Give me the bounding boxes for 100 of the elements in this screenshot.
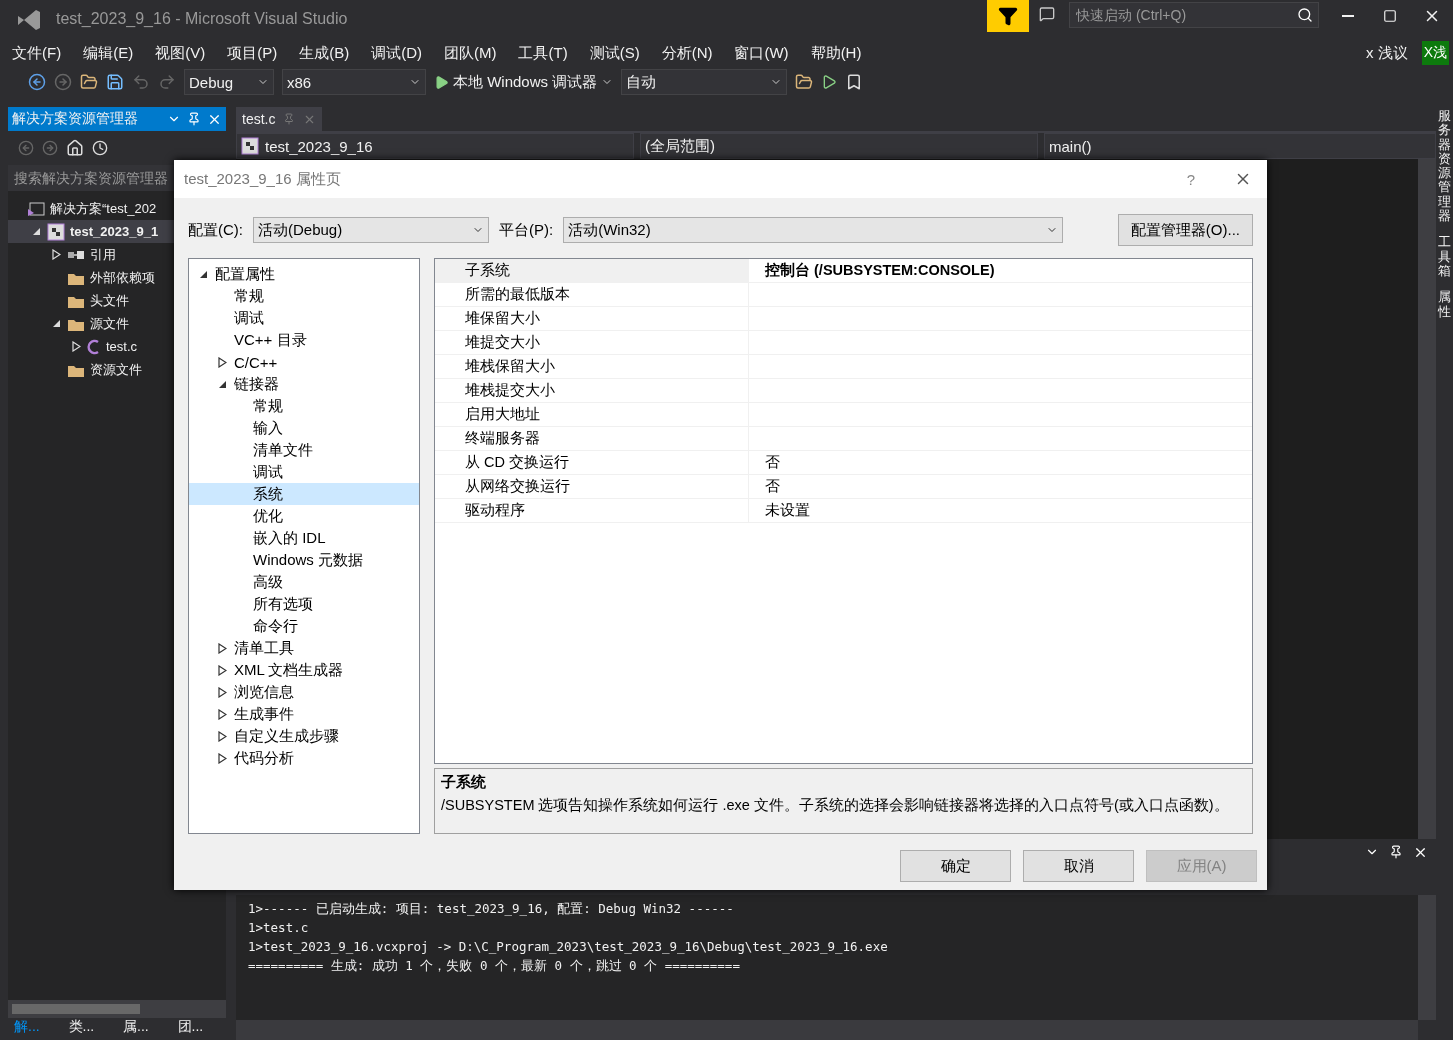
property-value[interactable]: 未设置: [765, 501, 810, 520]
tree-item[interactable]: 命令行: [189, 615, 419, 637]
menu-item[interactable]: 窗口(W): [726, 43, 801, 63]
configuration-dropdown[interactable]: 活动(Debug): [253, 217, 489, 243]
tree-item[interactable]: 代码分析: [189, 747, 419, 769]
feedback-button[interactable]: [987, 0, 1029, 32]
start-debugger-button[interactable]: 本地 Windows 调试器: [434, 72, 614, 92]
tree-item[interactable]: 自定义生成步骤: [189, 725, 419, 747]
forward-icon[interactable]: [42, 140, 58, 156]
home-icon[interactable]: [66, 139, 84, 157]
tree-item[interactable]: 常规: [189, 395, 419, 417]
horizontal-scrollbar[interactable]: [236, 1020, 1418, 1040]
help-button[interactable]: ?: [1186, 170, 1195, 188]
tree-item[interactable]: 高级: [189, 571, 419, 593]
menu-item[interactable]: 团队(M): [436, 43, 509, 63]
tree-item[interactable]: XML 文档生成器: [189, 659, 419, 681]
tree-item[interactable]: 生成事件: [189, 703, 419, 725]
tree-item[interactable]: 嵌入的 IDL: [189, 527, 419, 549]
vertical-scrollbar[interactable]: [1418, 159, 1436, 839]
forward-icon[interactable]: [54, 73, 72, 91]
collapsed-arrow-icon[interactable]: [217, 752, 227, 764]
configuration-manager-button[interactable]: 配置管理器(O)...: [1117, 214, 1253, 246]
collapsed-arrow-icon[interactable]: [217, 356, 227, 368]
tree-item[interactable]: 引用: [8, 243, 226, 266]
property-value[interactable]: 否: [765, 477, 780, 496]
scope-dropdown[interactable]: (全局范围): [640, 133, 1038, 159]
collapsed-arrow-icon[interactable]: [217, 664, 227, 676]
menu-item[interactable]: 工具(T): [510, 43, 580, 63]
project-icon: [47, 222, 65, 241]
panel-title: 解决方案资源管理器: [12, 110, 139, 128]
target-dropdown[interactable]: 自动: [621, 69, 788, 95]
folder-search-icon[interactable]: [795, 73, 814, 91]
platform-dropdown[interactable]: 活动(Win32): [563, 217, 1064, 243]
pin-icon[interactable]: [1389, 845, 1403, 859]
dialog-button[interactable]: 确定: [900, 850, 1011, 882]
tree-item[interactable]: 配置属性: [189, 263, 419, 285]
maximize-icon: [1383, 9, 1397, 23]
user-avatar[interactable]: X浅: [1421, 41, 1449, 65]
tree-item[interactable]: Windows 元数据: [189, 549, 419, 571]
menu-item[interactable]: 生成(B): [291, 43, 362, 63]
menu-item[interactable]: 分析(N): [653, 43, 725, 63]
output-line: 1>test_2023_9_16.vcxproj -> D:\C_Program_2023\test_2023_9_16\Debug\test_2023_9_16.exe: [248, 938, 889, 956]
property-name[interactable]: 子系统: [435, 259, 748, 282]
funnel-icon: [998, 6, 1018, 26]
output-line: 1>------ 已启动生成: 项目: test_2023_9_16, 配置: Debug Win32 ------: [248, 900, 735, 918]
expanded-arrow-icon[interactable]: [31, 227, 41, 236]
back-icon[interactable]: [18, 140, 34, 156]
tree-item[interactable]: 浏览信息: [189, 681, 419, 703]
member-dropdown[interactable]: main(): [1044, 133, 1436, 159]
tree-item[interactable]: 优化: [189, 505, 419, 527]
back-icon[interactable]: [28, 73, 46, 91]
run-icon[interactable]: [821, 74, 838, 90]
menu-item[interactable]: 项目(P): [219, 43, 290, 63]
dialog-button[interactable]: 取消: [1023, 850, 1134, 882]
expanded-arrow-icon[interactable]: [51, 319, 61, 328]
side-tab[interactable]: 工具箱: [1438, 235, 1451, 279]
app-logo-icon: [16, 8, 42, 32]
redo-icon[interactable]: [158, 73, 176, 91]
open-folder-icon[interactable]: [80, 73, 98, 91]
menu-item[interactable]: 调试(D): [363, 43, 434, 63]
panel-tab[interactable]: 属...: [117, 1018, 172, 1040]
project-dropdown[interactable]: test_2023_9_16: [236, 133, 634, 159]
configuration-dropdown[interactable]: Debug: [184, 69, 274, 95]
menu-item[interactable]: 文件(F): [4, 43, 74, 63]
tree-item[interactable]: 输入: [189, 417, 419, 439]
clock-icon[interactable]: [92, 140, 108, 156]
tree-item[interactable]: 解决方案“test_202: [8, 197, 226, 220]
expanded-arrow-icon[interactable]: [198, 269, 208, 279]
side-tab[interactable]: 属性: [1438, 290, 1451, 319]
tree-item[interactable]: 调试: [189, 461, 419, 483]
collapsed-arrow-icon[interactable]: [217, 642, 227, 654]
menu-item[interactable]: 测试(S): [581, 43, 652, 63]
tree-item[interactable]: 清单工具: [189, 637, 419, 659]
platform-dropdown[interactable]: x86: [282, 69, 426, 95]
tree-item[interactable]: 所有选项: [189, 593, 419, 615]
collapsed-arrow-icon[interactable]: [217, 730, 227, 742]
property-value[interactable]: 否: [765, 453, 780, 472]
tree-item[interactable]: 清单文件: [189, 439, 419, 461]
panel-tab[interactable]: 解...: [8, 1018, 63, 1040]
user-name[interactable]: x 浅议: [1366, 43, 1408, 63]
collapsed-arrow-icon[interactable]: [217, 686, 227, 698]
collapsed-arrow-icon[interactable]: [217, 708, 227, 720]
tree-item[interactable]: 系统: [189, 483, 419, 505]
menu-item[interactable]: 编辑(E): [75, 43, 146, 63]
close-icon[interactable]: [1413, 845, 1428, 860]
panel-tab[interactable]: 团...: [171, 1018, 226, 1040]
feedback-icon[interactable]: [1039, 6, 1055, 22]
expanded-arrow-icon[interactable]: [217, 379, 227, 389]
minimize-icon: [1342, 15, 1354, 17]
side-tab[interactable]: 服务器资源管理器: [1438, 109, 1451, 224]
menu-item[interactable]: 视图(V): [147, 43, 218, 63]
save-icon[interactable]: [106, 73, 124, 91]
property-value[interactable]: 控制台 (/SUBSYSTEM:CONSOLE): [765, 261, 995, 280]
panel-tab[interactable]: 类...: [62, 1018, 117, 1040]
menu-item[interactable]: 帮助(H): [802, 43, 874, 63]
vertical-scrollbar[interactable]: [1418, 895, 1436, 1020]
search-icon: [1297, 7, 1313, 23]
undo-icon[interactable]: [132, 73, 150, 91]
horizontal-scrollbar[interactable]: [8, 1000, 226, 1018]
quick-launch-field[interactable]: 快速启动 (Ctrl+Q): [1069, 2, 1319, 28]
